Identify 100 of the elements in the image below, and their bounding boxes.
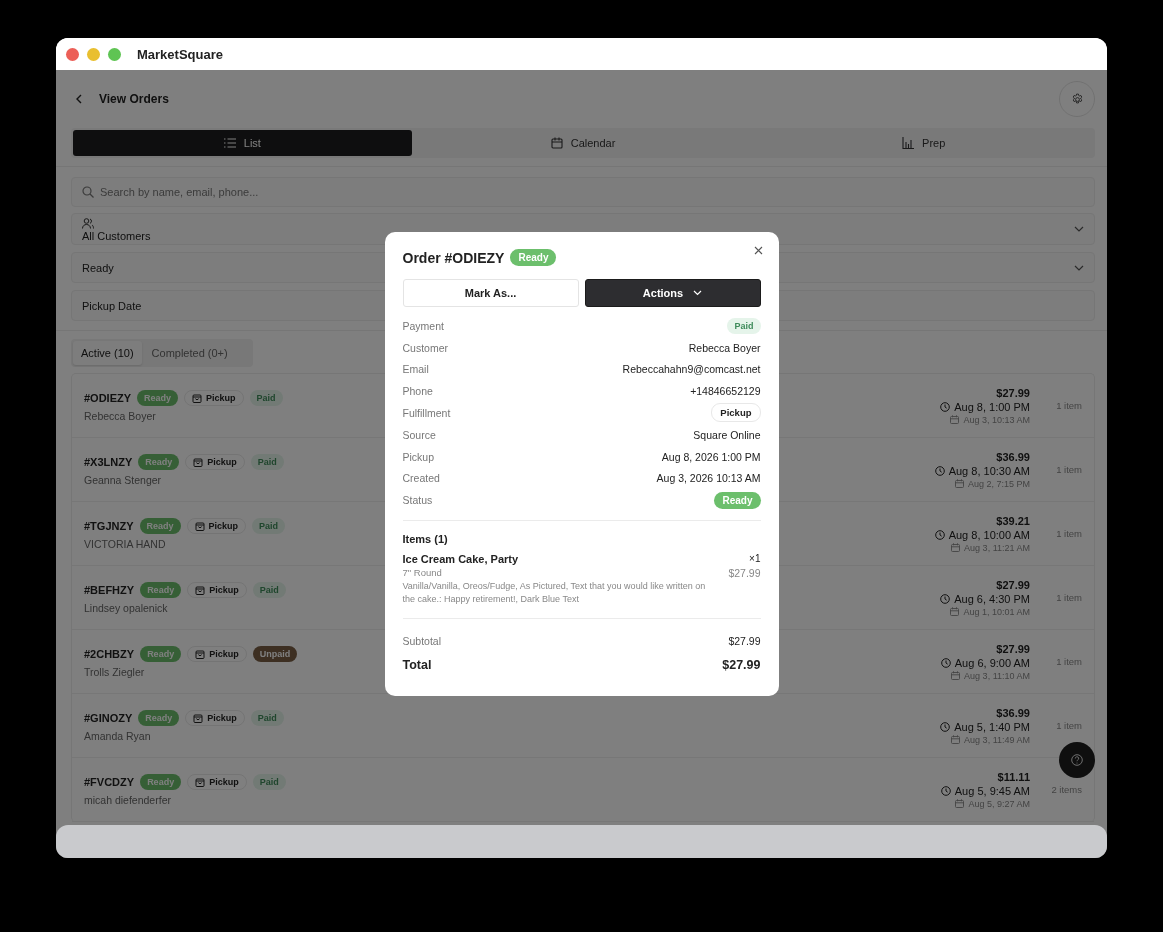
item-options: Vanilla/Vanilla, Oreos/Fudge, As Pictured, Text that you would like written on the cake.: Happy retirement!, Dark Blue Text [402,580,719,607]
view-tab[interactable]: Prep [754,130,1093,156]
fulfillment-badge: Pickup [711,403,761,423]
calendar-icon [550,137,563,149]
pickup-time: Aug 8, 10:00 AM [948,528,1030,541]
payment-badge: Paid [252,581,286,598]
status-badge: Ready [140,645,182,662]
window-title: MarketSquare [137,46,223,62]
payment-badge: Paid [727,317,761,334]
settings-icon [1070,92,1084,106]
item-quantity: ×1 [749,553,761,565]
order-total: $27.99 [996,386,1030,399]
fulfillment-badge: Pickup [185,453,245,470]
back-icon[interactable] [75,94,83,104]
customer-name: micah diefenderfer [84,793,171,806]
detail-label: Fulfillment [402,407,451,419]
clock-icon [940,401,951,412]
payment-badge: Paid [252,517,286,534]
order-total: $27.99 [996,578,1030,591]
order-number: #FVCDZY [84,775,135,788]
calendar-icon [951,543,961,552]
order-number: #BEFHZY [84,583,135,596]
pickup-time: Aug 8, 10:30 AM [948,464,1030,477]
fulfillment-badge: Pickup [187,773,247,790]
help-button[interactable] [1059,742,1095,778]
item-price: $27.99 [728,567,761,580]
dialog-title: Order #ODIEZY [402,249,505,266]
minimize-window-button[interactable] [87,47,100,61]
pickup-time: Aug 5, 9:45 AM [954,784,1030,797]
pickup-time: Aug 6, 4:30 PM [954,592,1030,605]
detail-label: Customer [402,341,448,354]
status-badge: Ready [510,249,557,267]
view-tab[interactable]: List [73,130,412,156]
order-total: $27.99 [996,642,1030,655]
mark-as-button[interactable]: Mark As... [402,278,579,307]
customer-name: Trolls Ziegler [84,665,145,678]
pickup-time: Aug 8, 1:00 PM [954,400,1030,413]
bar-chart-icon [902,137,915,149]
calendar-icon [951,671,961,680]
total-label: Total [402,658,432,673]
customer-name: Lindsey opalenick [84,601,168,614]
payment-badge: Paid [250,453,284,470]
customer-name: Geanna Stenger [84,473,162,486]
chevron-down-icon [1074,226,1084,232]
detail-value: Aug 8, 2026 1:00 PM [661,450,761,463]
calendar-icon [950,607,960,616]
customer-name: Amanda Ryan [84,729,151,742]
chevron-down-icon [693,289,703,296]
payment-badge: Paid [250,709,284,726]
order-number: #ODIEZY [84,391,132,404]
customer-name: Rebecca Boyer [84,409,156,422]
actions-button[interactable]: Actions [584,278,761,307]
zoom-window-button[interactable] [108,47,121,61]
payment-badge: Unpaid [252,645,298,662]
item-name: Ice Cream Cake, Party [402,553,520,566]
fulfillment-badge: Pickup [184,389,244,406]
payment-badge: Paid [249,389,283,406]
fulfillment-badge: Pickup [185,709,245,726]
detail-value: Aug 3, 2026 10:13 AM [656,472,761,485]
status-badge: Ready [138,453,180,470]
search-icon [82,186,94,198]
calendar-icon [950,415,960,424]
order-total: $39.21 [996,514,1030,527]
order-number: #TGJNZY [84,519,134,532]
fulfillment-badge: Pickup [187,581,247,598]
status-badge: Ready [140,773,182,790]
fulfillment-badge: Pickup [186,517,247,534]
clock-icon [934,529,945,540]
people-icon [82,218,94,229]
order-total: $36.99 [996,706,1030,719]
detail-label: Source [402,428,436,441]
detail-label: Phone [402,385,433,398]
status-tab[interactable]: Completed (0+) [143,341,236,365]
clock-icon [940,593,951,604]
view-tab[interactable]: Calendar [413,130,753,156]
clock-icon [940,721,951,732]
detail-value: +14846652129 [690,385,761,398]
status-tab[interactable]: Active (10) [73,341,142,365]
fulfillment-badge: Pickup [187,645,247,662]
search-field[interactable]: Search by name, email, phone... [71,177,1095,207]
detail-label: Email [402,363,429,376]
pickup-time: Aug 5, 1:40 PM [954,720,1030,733]
item-variant: 7" Round [402,567,443,579]
order-number: #X3LNZY [84,455,133,468]
status-badge: Ready [714,491,761,509]
subtotal-value: $27.99 [728,635,761,648]
status-badge: Ready [137,389,179,406]
close-window-button[interactable] [66,47,79,61]
clock-icon [940,785,951,796]
order-number: #2CHBZY [84,647,135,660]
status-badge: Ready [140,581,182,598]
customer-name: VICTORIA HAND [84,537,166,550]
settings-button[interactable] [1059,81,1095,117]
clock-icon [934,465,945,476]
detail-value: Rebeccahahn9@comcast.net [622,363,761,376]
calendar-icon [955,799,965,808]
close-icon[interactable] [753,245,763,255]
chevron-down-icon [1074,264,1084,271]
calendar-icon [954,479,964,488]
list-icon [223,138,236,148]
